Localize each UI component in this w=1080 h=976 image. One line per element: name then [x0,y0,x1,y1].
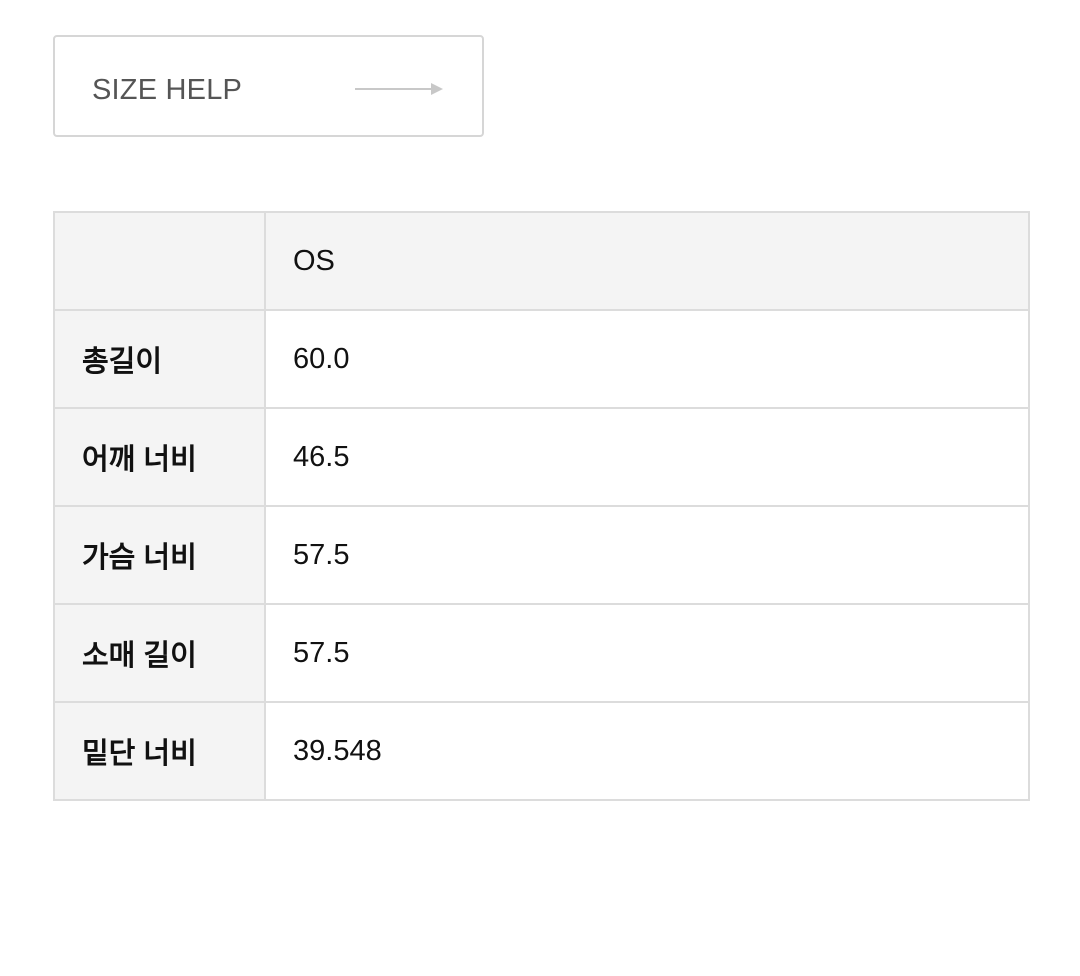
row-value: 57.5 [264,603,1030,703]
table-header-row: OS [53,211,1030,311]
table-row: 어깨 너비 46.5 [53,407,1030,507]
row-value: 39.548 [264,701,1030,801]
row-label: 소매 길이 [53,603,266,703]
header-size-cell: OS [264,211,1030,311]
table-row: 가슴 너비 57.5 [53,505,1030,605]
header-corner-cell [53,211,266,311]
row-value: 46.5 [264,407,1030,507]
size-chart-table: OS 총길이 60.0 어깨 너비 46.5 가슴 너비 57.5 소매 길이 … [53,211,1030,801]
table-row: 소매 길이 57.5 [53,603,1030,703]
row-value: 60.0 [264,309,1030,409]
size-help-label: SIZE HELP [92,74,243,106]
row-value: 57.5 [264,505,1030,605]
row-label: 총길이 [53,309,266,409]
table-row: 밑단 너비 39.548 [53,701,1030,801]
row-label: 밑단 너비 [53,701,266,801]
row-label: 가슴 너비 [53,505,266,605]
size-help-button[interactable]: SIZE HELP [53,35,484,137]
table-row: 총길이 60.0 [53,309,1030,409]
row-label: 어깨 너비 [53,407,266,507]
arrow-right-icon [355,83,443,95]
